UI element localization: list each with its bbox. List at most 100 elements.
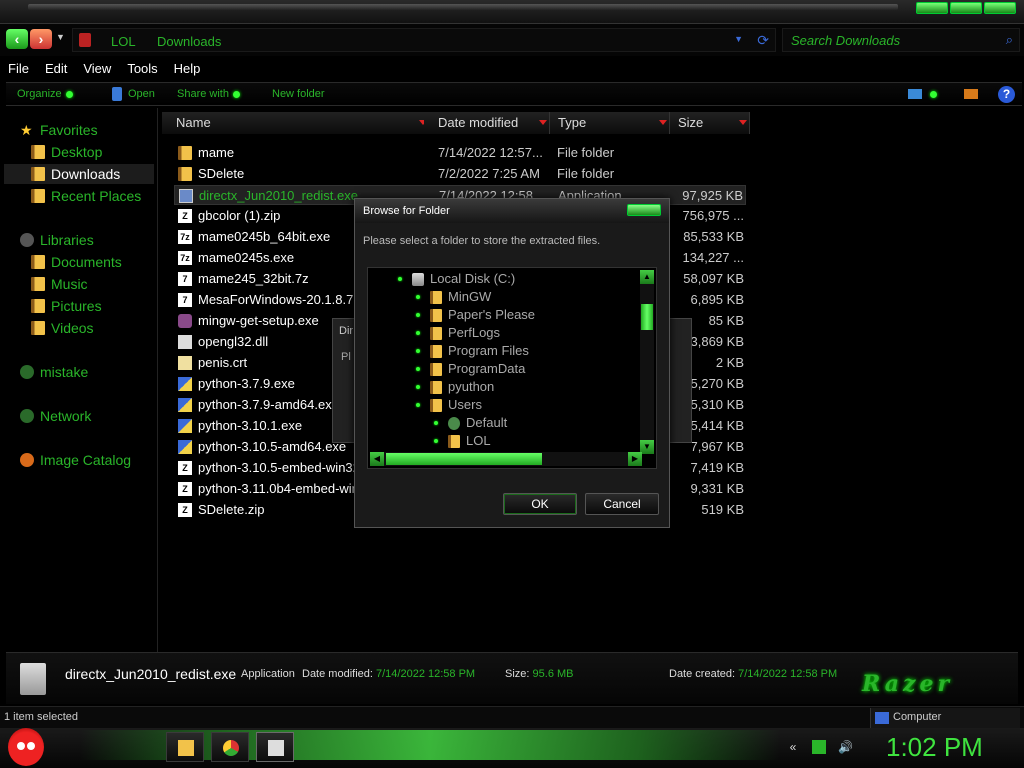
nav-label: Pictures (51, 298, 102, 314)
address-bar[interactable]: LOL Downloads ▼ ⟳ (72, 28, 776, 52)
taskbar-installer[interactable] (256, 732, 294, 762)
python-icon (178, 377, 192, 391)
details-value: 95.6 MB (532, 668, 574, 680)
folder-icon (178, 167, 192, 181)
recent-pages-dropdown[interactable]: ▼ (56, 32, 65, 42)
desktop-icon (31, 145, 45, 159)
horizontal-scrollbar[interactable]: ◀ ▶ (370, 452, 642, 466)
folder-tree[interactable]: Local Disk (C:) MinGW Paper's Please Per… (367, 267, 657, 469)
close-button[interactable] (984, 2, 1016, 14)
sort-arrow-icon[interactable] (659, 120, 667, 125)
dialog-title-bar: Browse for Folder (355, 199, 669, 223)
open-button[interactable]: Open (128, 88, 155, 100)
taskbar-explorer[interactable] (166, 732, 204, 762)
expand-dot-icon[interactable] (416, 403, 420, 407)
taskbar-chrome[interactable] (211, 732, 249, 762)
dll-icon (178, 335, 192, 349)
file-size: 7,419 KB (690, 460, 745, 475)
menu-file[interactable]: File (0, 58, 37, 80)
sort-arrow-icon[interactable] (539, 120, 547, 125)
clock[interactable]: 1:02 PM (886, 732, 983, 763)
downloads-icon (31, 167, 45, 181)
file-size: 58,097 KB (683, 271, 744, 286)
breadcrumb-downloads[interactable]: Downloads (157, 34, 221, 49)
search-icon[interactable]: ⌕ (1006, 32, 1013, 48)
folder-icon (430, 345, 442, 358)
scroll-down-arrow-icon[interactable]: ▼ (640, 440, 654, 454)
menu-edit[interactable]: Edit (37, 58, 75, 80)
status-bar: 1 item selected Computer (0, 706, 1024, 728)
scroll-left-arrow-icon[interactable]: ◀ (370, 452, 384, 466)
menu-tools[interactable]: Tools (119, 58, 165, 80)
details-file-name: directx_Jun2010_redist.exe (65, 666, 237, 682)
share-with-button[interactable]: Share with (177, 88, 240, 100)
razer-logo: Razer (862, 671, 954, 697)
file-date: 7/14/2022 12:57... (438, 145, 543, 160)
nav-label: Videos (51, 320, 94, 336)
search-box[interactable]: ⌕ (782, 28, 1020, 52)
new-folder-button[interactable]: New folder (272, 88, 325, 100)
archive-icon: 7 (178, 293, 192, 307)
window-controls (916, 2, 1016, 14)
minimize-button[interactable] (916, 2, 948, 14)
cancel-button[interactable]: Cancel (585, 493, 659, 515)
maximize-button[interactable] (950, 2, 982, 14)
file-row[interactable]: SDelete 7/2/2022 7:25 AM File folder (174, 164, 746, 184)
expand-dot-icon[interactable] (416, 295, 420, 299)
scroll-thumb[interactable] (386, 453, 542, 465)
file-row[interactable]: mame 7/14/2022 12:57... File folder (174, 143, 746, 163)
network-status-icon[interactable] (812, 740, 826, 754)
forward-button[interactable]: › (30, 29, 52, 49)
column-header-type[interactable]: Type (550, 112, 670, 134)
refresh-icon[interactable]: ⟳ (757, 32, 769, 49)
menu-view[interactable]: View (75, 58, 119, 80)
expand-dot-icon[interactable] (416, 331, 420, 335)
column-header-size[interactable]: Size (670, 112, 750, 134)
expand-dot-icon[interactable] (398, 277, 402, 281)
expand-dot-icon[interactable] (416, 367, 420, 371)
expand-dot-icon[interactable] (416, 385, 420, 389)
location-label: Computer (893, 711, 942, 723)
start-button[interactable] (8, 728, 44, 766)
organize-button[interactable]: Organize (17, 88, 73, 100)
column-header-date[interactable]: Date modified (424, 112, 550, 134)
expand-dot-icon[interactable] (416, 349, 420, 353)
folder-icon (178, 146, 192, 160)
volume-icon[interactable]: 🔊 (838, 740, 853, 754)
archive-icon: Z (178, 461, 192, 475)
dropdown-dot-icon (232, 90, 240, 98)
dialog-close-button[interactable] (627, 204, 661, 216)
expand-dot-icon[interactable] (434, 421, 438, 425)
search-input[interactable] (783, 29, 983, 51)
column-header-name[interactable]: Name (162, 112, 430, 134)
system-tray: « 🔊 (786, 740, 853, 754)
help-icon[interactable]: ? (998, 86, 1015, 103)
sort-arrow-icon[interactable] (739, 120, 747, 125)
view-dropdown-dot-icon[interactable] (930, 91, 937, 98)
breadcrumb-lol[interactable]: LOL (111, 34, 136, 49)
nav-label: Recent Places (51, 188, 142, 204)
tree-label: pyuthon (448, 379, 495, 394)
expand-dot-icon[interactable] (434, 439, 438, 443)
ok-button[interactable]: OK (503, 493, 577, 515)
vertical-scrollbar[interactable]: ▲ ▼ (640, 270, 654, 454)
show-hidden-icons-icon[interactable]: « (786, 740, 800, 754)
dialog-message: Please select a folder to store the extr… (363, 235, 601, 247)
disk-icon (412, 273, 424, 286)
scroll-up-arrow-icon[interactable]: ▲ (640, 270, 654, 284)
star-icon: ★ (20, 122, 33, 138)
python-icon (178, 440, 192, 454)
change-view-icon[interactable] (908, 89, 922, 99)
expand-dot-icon[interactable] (416, 313, 420, 317)
open-icon (112, 87, 122, 101)
preview-pane-icon[interactable] (964, 89, 978, 99)
python-icon (178, 398, 192, 412)
menu-help[interactable]: Help (166, 58, 209, 80)
scroll-thumb[interactable] (641, 304, 653, 330)
file-size: 134,227 ... (682, 250, 744, 265)
share-with-label: Share with (177, 88, 229, 100)
user-folder-icon (448, 417, 460, 430)
address-dropdown-icon[interactable]: ▼ (734, 34, 743, 44)
back-button[interactable]: ‹ (6, 29, 28, 49)
scroll-right-arrow-icon[interactable]: ▶ (628, 452, 642, 466)
